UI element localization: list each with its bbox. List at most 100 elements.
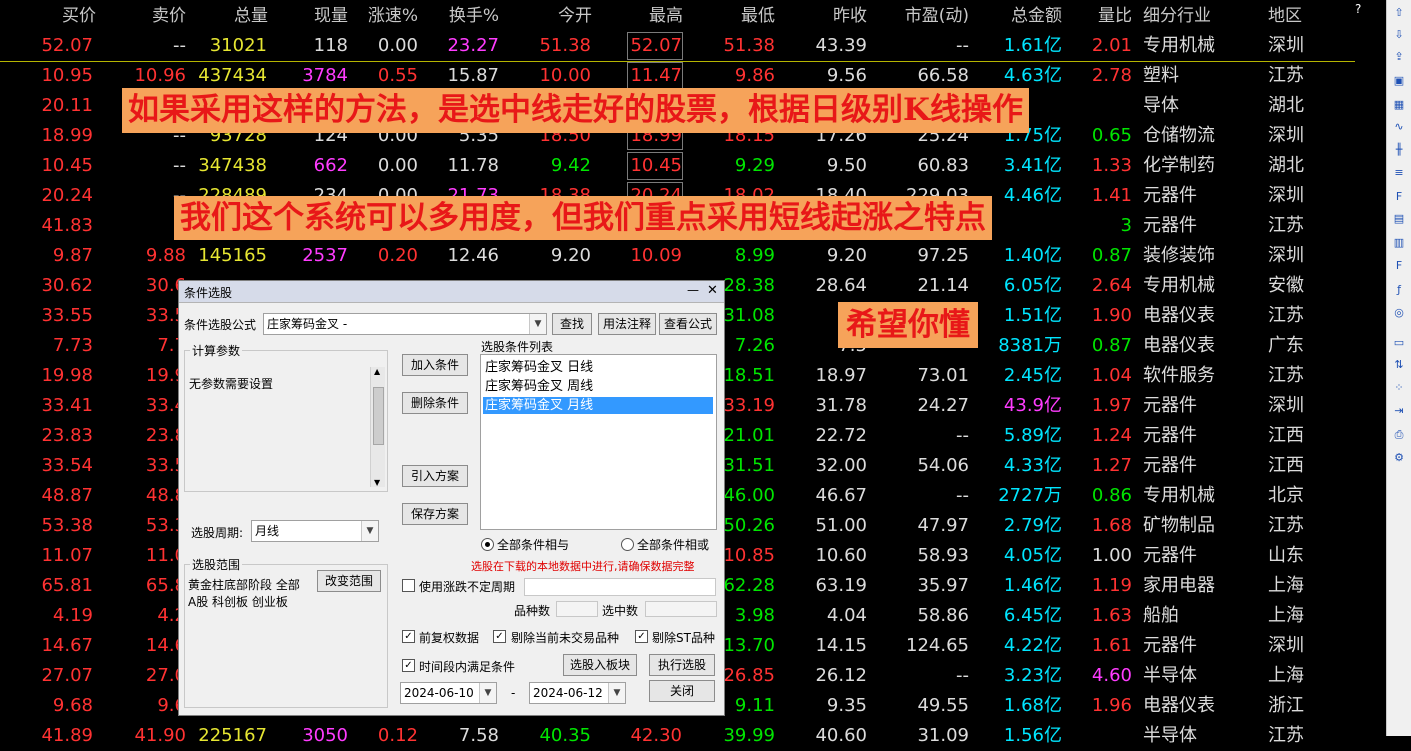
date-to-field[interactable]: 2024-06-12 ▼ [529, 682, 626, 704]
cell-region: 江苏 [1268, 65, 1304, 86]
formula-select[interactable]: 庄家筹码金叉 - ▼ [263, 313, 547, 335]
column-header-region[interactable]: 地区 [1268, 0, 1302, 31]
date-from-value: 2024-06-10 [404, 686, 474, 700]
column-header-sell[interactable]: 卖价 [152, 0, 186, 31]
cell-buy: 20.11 [41, 95, 93, 116]
condition-list-item-selected[interactable]: 庄家筹码金叉 月线 [483, 397, 713, 414]
dialog-titlebar[interactable]: 条件选股 — ✕ [179, 281, 724, 303]
view-formula-button[interactable]: 查看公式 [659, 313, 717, 335]
run-select-button[interactable]: 执行选股 [649, 654, 715, 676]
updown-icon[interactable]: ⇅ [1392, 358, 1406, 372]
formula-value: 庄家筹码金叉 - [267, 317, 348, 331]
column-header-pe[interactable]: 市盈(动) [905, 0, 969, 31]
column-header-ratio[interactable]: 量比 [1098, 0, 1132, 31]
scatter-icon[interactable]: ⁘ [1392, 381, 1406, 395]
close-icon[interactable]: ✕ [707, 283, 718, 298]
use-period-checkbox[interactable] [402, 579, 415, 592]
column-header-low[interactable]: 最低 [741, 0, 775, 31]
f10-icon[interactable]: F [1392, 190, 1406, 204]
circle-icon[interactable]: ◎ [1392, 306, 1406, 320]
exclude-st-checkbox[interactable]: ✓ [635, 630, 648, 643]
candle-icon[interactable]: ╫ [1392, 143, 1406, 157]
change-range-button[interactable]: 改变范围 [317, 570, 381, 592]
column-header-speed[interactable]: 涨速% [368, 0, 418, 31]
cell-pe: 58.93 [917, 545, 969, 566]
f12-icon[interactable]: F [1392, 259, 1406, 273]
exclude-untraded-checkbox[interactable]: ✓ [493, 630, 506, 643]
column-header-open[interactable]: 今开 [558, 0, 592, 31]
cell-low: 7.26 [734, 335, 775, 356]
cell-amt: 2.79亿 [1003, 515, 1062, 536]
scroll-thumb[interactable] [373, 387, 384, 445]
period-range-field[interactable] [524, 578, 716, 596]
column-header-row: 买价 卖价 总量 现量 涨速% 换手% 今开 最高 最低 昨收 市盈(动) 总金额 量比 细分行业 地区 [0, 0, 1386, 31]
condition-list-item[interactable]: 庄家筹码金叉 日线 [483, 359, 713, 376]
params-scrollbar[interactable]: ▲ ▼ [370, 367, 385, 487]
column-header-amt[interactable]: 总金额 [1011, 0, 1062, 31]
timerange-checkbox[interactable]: ✓ [402, 659, 415, 672]
save-icon[interactable]: ▣ [1392, 74, 1406, 88]
radio-or[interactable] [621, 538, 634, 551]
scroll-up-icon[interactable]: ▲ [374, 367, 380, 376]
add-condition-button[interactable]: 加入条件 [402, 354, 468, 376]
radio-and[interactable] [481, 538, 494, 551]
cell-ind: 元器件 [1143, 185, 1197, 206]
date-from-field[interactable]: 2024-06-10 ▼ [400, 682, 497, 704]
quote-row[interactable]: 52.07 -- 31021 118 0.00 23.27 51.38 52.07 51.38 4… [0, 31, 1386, 61]
quote-row[interactable]: 41.89 41.90 225167 3050 0.12 7.58 40.35 42.30 39… [0, 721, 1386, 751]
cell-pe: 24.27 [917, 395, 969, 416]
close-button[interactable]: 关闭 [649, 680, 715, 702]
arrow-up-icon[interactable]: ⇧ [1392, 6, 1406, 20]
save-plan-button[interactable]: 保存方案 [402, 503, 468, 525]
column-header-cur[interactable]: 现量 [314, 0, 348, 31]
column-header-vol[interactable]: 总量 [234, 0, 268, 31]
cell-amt: 3.41亿 [1003, 155, 1062, 176]
cell-pe: 66.58 [917, 65, 969, 86]
sheet-icon[interactable]: ▤ [1392, 212, 1406, 226]
scroll-down-icon[interactable]: ▼ [374, 478, 380, 487]
arrow-in-icon[interactable]: ⇥ [1392, 404, 1406, 418]
dialog-title: 条件选股 [184, 286, 233, 300]
line-chart-icon[interactable]: ∿ [1392, 120, 1406, 134]
cell-prev: 9.35 [826, 695, 867, 716]
book-icon[interactable]: ▥ [1392, 236, 1406, 250]
cell-pe: 73.01 [917, 365, 969, 386]
minimize-icon[interactable]: — [687, 283, 699, 297]
usage-notes-button[interactable]: 用法注释 [598, 313, 656, 335]
import-plan-button[interactable]: 引入方案 [402, 465, 468, 487]
column-header-buy[interactable]: 买价 [62, 0, 96, 31]
delete-condition-button[interactable]: 删除条件 [402, 392, 468, 414]
cell-ind: 元器件 [1143, 545, 1197, 566]
cell-buy: 41.83 [41, 215, 93, 236]
quote-row[interactable]: 10.45 -- 347438 662 0.00 11.78 9.42 10.45 9.29 9.… [0, 151, 1386, 181]
column-header-high[interactable]: 最高 [649, 0, 683, 31]
list-icon[interactable]: ≡ [1392, 166, 1406, 180]
arrow-down-icon[interactable]: ⇩ [1392, 28, 1406, 42]
fx-icon[interactable]: ƒ [1392, 283, 1406, 297]
column-header-turn[interactable]: 换手% [449, 0, 499, 31]
grid-icon[interactable]: ▦ [1392, 98, 1406, 112]
find-button[interactable]: 查找 [552, 313, 592, 335]
adjusted-data-checkbox[interactable]: ✓ [402, 630, 415, 643]
gear-icon[interactable]: ⚙ [1392, 451, 1406, 465]
quote-row[interactable]: 10.95 10.96 437434 3784 0.55 15.87 10.00 11.47 9… [0, 61, 1386, 91]
cell-cur: 662 [313, 155, 348, 176]
chevron-down-icon: ▼ [361, 521, 378, 541]
add-to-block-button[interactable]: 选股入板块 [563, 654, 637, 676]
condition-list-item[interactable]: 庄家筹码金叉 周线 [483, 378, 713, 395]
column-header-prev[interactable]: 昨收 [833, 0, 867, 31]
printer-icon[interactable]: ⎙ [1392, 428, 1406, 442]
timerange-label: 时间段内满足条件 [419, 660, 516, 674]
help-mark[interactable]: ? [1355, 2, 1361, 16]
cell-ind: 仓储物流 [1143, 125, 1215, 146]
cell-ind: 元器件 [1143, 425, 1197, 446]
export-icon[interactable]: ⇪ [1392, 50, 1406, 64]
column-header-ind[interactable]: 细分行业 [1143, 0, 1211, 31]
folder-icon[interactable]: ▭ [1392, 336, 1406, 350]
condition-list[interactable]: 庄家筹码金叉 日线 庄家筹码金叉 周线 庄家筹码金叉 月线 [480, 354, 717, 530]
quote-row[interactable]: 9.87 9.88 145165 2537 0.20 12.46 9.20 10.09 8.99… [0, 241, 1386, 271]
date-to-value: 2024-06-12 [533, 686, 603, 700]
cell-region: 湖北 [1268, 155, 1304, 176]
cell-amt: 4.22亿 [1003, 635, 1062, 656]
period-select[interactable]: 月线 ▼ [251, 520, 379, 542]
